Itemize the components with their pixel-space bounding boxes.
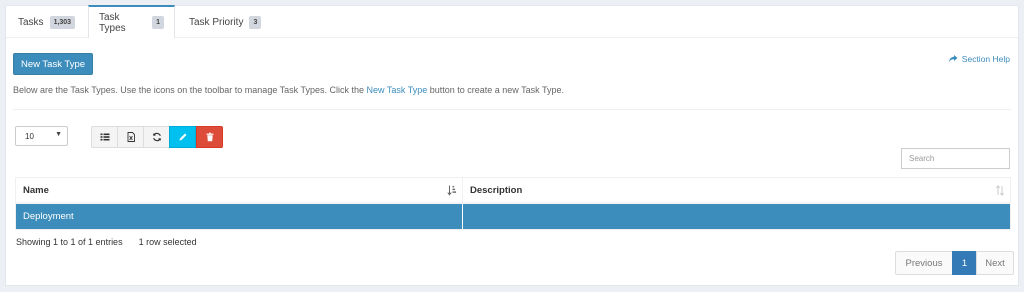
new-task-type-button[interactable]: New Task Type [13,53,93,75]
entries-info: Showing 1 to 1 of 1 entries [16,237,123,247]
sort-ascending-icon [447,185,457,196]
caret-down-icon: ▼ [55,131,62,138]
divider [13,109,1011,110]
count-badge: 1 [152,16,164,29]
column-header-name[interactable]: Name [16,178,463,202]
excel-icon [127,132,135,142]
pagination: Previous 1 Next [895,251,1014,275]
sort-both-icon [995,185,1005,196]
share-icon [948,55,958,63]
trash-icon [206,132,213,142]
content-panel: Tasks 1,303 Task Types 1 Task Priority 3… [5,5,1019,286]
column-label: Description [470,184,523,196]
page-1-button[interactable]: 1 [952,251,977,275]
table-row[interactable]: Deployment [16,204,1010,229]
previous-page-button[interactable]: Previous [895,251,953,275]
tab-tasks[interactable]: Tasks 1,303 [8,6,88,38]
new-task-type-link[interactable]: New Task Type [367,85,428,95]
search-input[interactable]: Search [901,148,1010,169]
intro-text: Below are the Task Types. Use the icons … [13,85,564,95]
section-help-link[interactable]: Section Help [948,54,1010,64]
tab-bar: Tasks 1,303 Task Types 1 Task Priority 3 [6,5,1018,38]
refresh-icon [152,132,161,142]
column-header-description[interactable]: Description [463,178,1010,202]
tab-label: Task Priority [189,16,244,28]
page-length-select[interactable]: 10 ▼ [15,126,68,146]
next-page-button[interactable]: Next [976,251,1014,275]
tab-label: Task Types [99,11,126,34]
count-badge: 1,303 [49,15,76,29]
column-label: Name [23,184,49,196]
table-info: Showing 1 to 1 of 1 entries 1 row select… [16,237,197,247]
tab-label: Tasks [18,16,44,28]
intro-text-end: button to create a new Task Type. [427,85,564,95]
list-icon [100,133,109,141]
section-help-label: Section Help [961,54,1010,64]
column-visibility-button[interactable] [91,126,118,148]
tab-task-types[interactable]: Task Types 1 [88,5,175,38]
page-length-value: 10 [25,131,34,141]
edit-button[interactable] [169,126,196,148]
export-excel-button[interactable] [117,126,144,148]
selection-info: 1 row selected [138,237,197,247]
task-types-table: Name Description Deployment [15,177,1011,230]
count-badge: 3 [249,15,262,29]
cell-name: Deployment [16,204,463,229]
table-toolbar [91,126,223,148]
tab-task-priority[interactable]: Task Priority 3 [179,6,272,38]
delete-button[interactable] [196,126,223,148]
intro-text-start: Below are the Task Types. Use the icons … [13,85,367,95]
edit-icon [179,133,186,141]
refresh-button[interactable] [143,126,170,148]
cell-description [463,204,1010,229]
table-header: Name Description [16,178,1010,204]
